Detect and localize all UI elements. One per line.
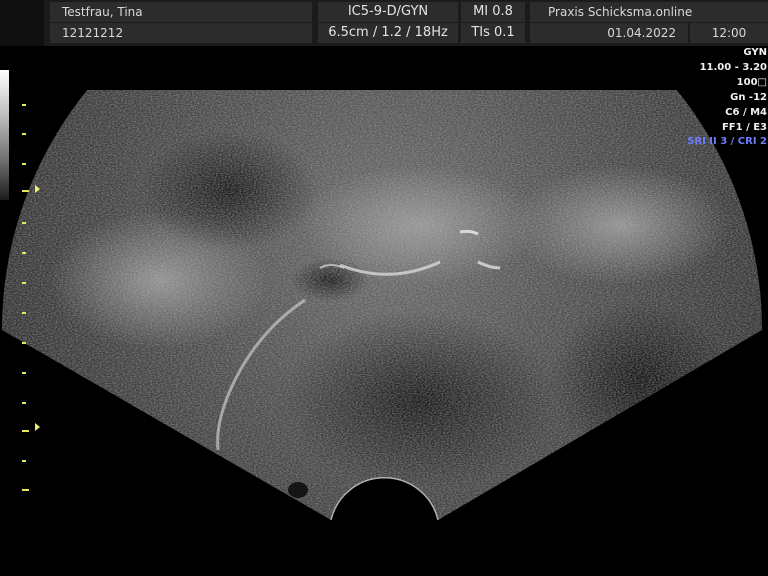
gain-value: Gn -12 <box>730 92 767 103</box>
power-unit-icon: □ <box>757 77 767 88</box>
focus-marker-icon[interactable] <box>35 185 40 193</box>
power-number: 100 <box>736 77 758 88</box>
mode-label: GYN <box>743 47 767 58</box>
ultrasound-screen: Testfrau, Tina 12121212 IC5-9-D/GYN 6.5c… <box>0 0 768 576</box>
depth-tick <box>22 133 26 135</box>
frequency-value: 11.00 - 3.20 <box>699 62 767 73</box>
sri-cri-value: SRI II 3 / CRI 2 <box>687 136 767 147</box>
filter-value: FF1 / E3 <box>721 122 767 133</box>
map-value: C6 / M4 <box>725 107 767 118</box>
depth-tick <box>22 104 26 106</box>
depth-tick <box>22 282 26 284</box>
depth-tick <box>22 402 26 404</box>
depth-tick <box>22 252 26 254</box>
depth-tick <box>22 222 26 224</box>
depth-tick <box>22 312 26 314</box>
power-value: 100□ <box>737 76 767 90</box>
depth-tick <box>22 460 26 462</box>
grayscale-bar <box>0 70 9 200</box>
ultrasound-image <box>2 90 762 521</box>
depth-tick <box>22 163 26 165</box>
focus-marker-icon[interactable] <box>35 423 40 431</box>
depth-tick-major <box>22 190 29 192</box>
depth-tick-major <box>22 430 29 432</box>
depth-tick <box>22 342 26 344</box>
depth-tick-major <box>22 489 29 491</box>
depth-tick <box>22 372 26 374</box>
